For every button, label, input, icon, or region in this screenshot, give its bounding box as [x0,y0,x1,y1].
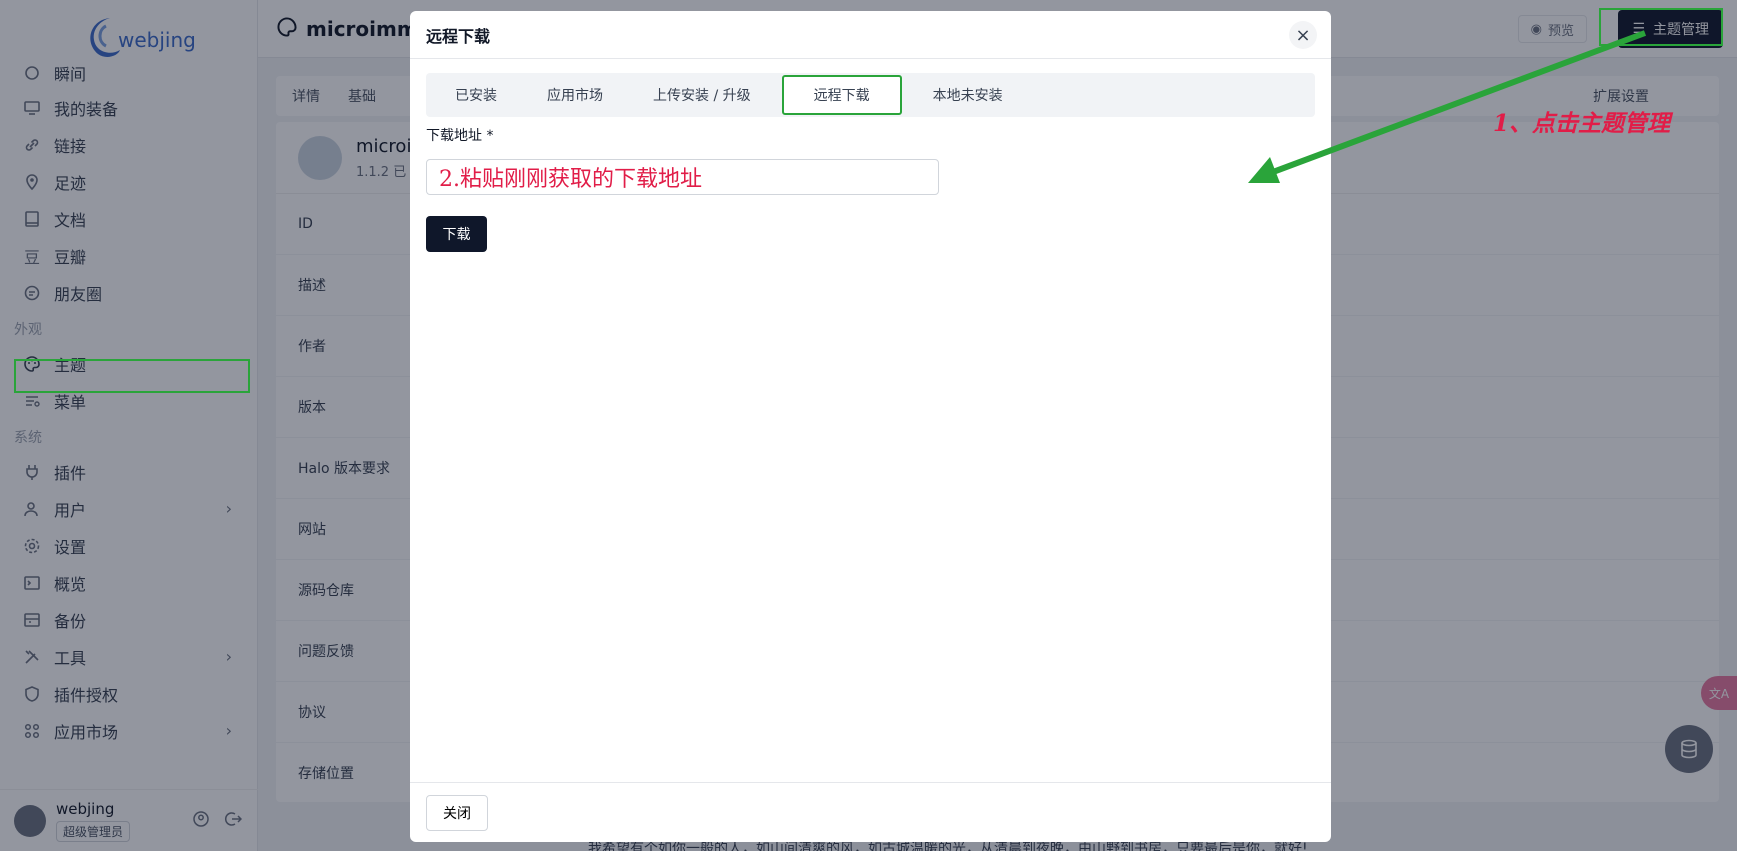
tab-app-market[interactable]: 应用市场 [522,77,628,113]
download-url-label: 下载地址 * [426,128,494,144]
remote-download-modal: 远程下载 × 已安装 应用市场 上传安装 / 升级 远程下载 本地未安装 下载地… [410,11,1331,842]
modal-footer: 关闭 [410,782,1331,842]
modal-title: 远程下载 [410,11,1331,59]
tab-remote-download[interactable]: 远程下载 [781,75,902,115]
modal-tabs: 已安装 应用市场 上传安装 / 升级 远程下载 本地未安装 [426,73,1315,117]
download-button[interactable]: 下载 [426,216,487,252]
annotation-box-theme-menu [14,359,250,393]
close-button[interactable]: 关闭 [426,794,488,831]
annotation-step1-text: 1、点击主题管理 [1493,110,1671,137]
tab-upload-install[interactable]: 上传安装 / 升级 [628,77,776,113]
download-url-input[interactable] [426,159,939,195]
tab-installed[interactable]: 已安装 [430,77,522,113]
tab-local-uninstalled[interactable]: 本地未安装 [908,77,1028,113]
